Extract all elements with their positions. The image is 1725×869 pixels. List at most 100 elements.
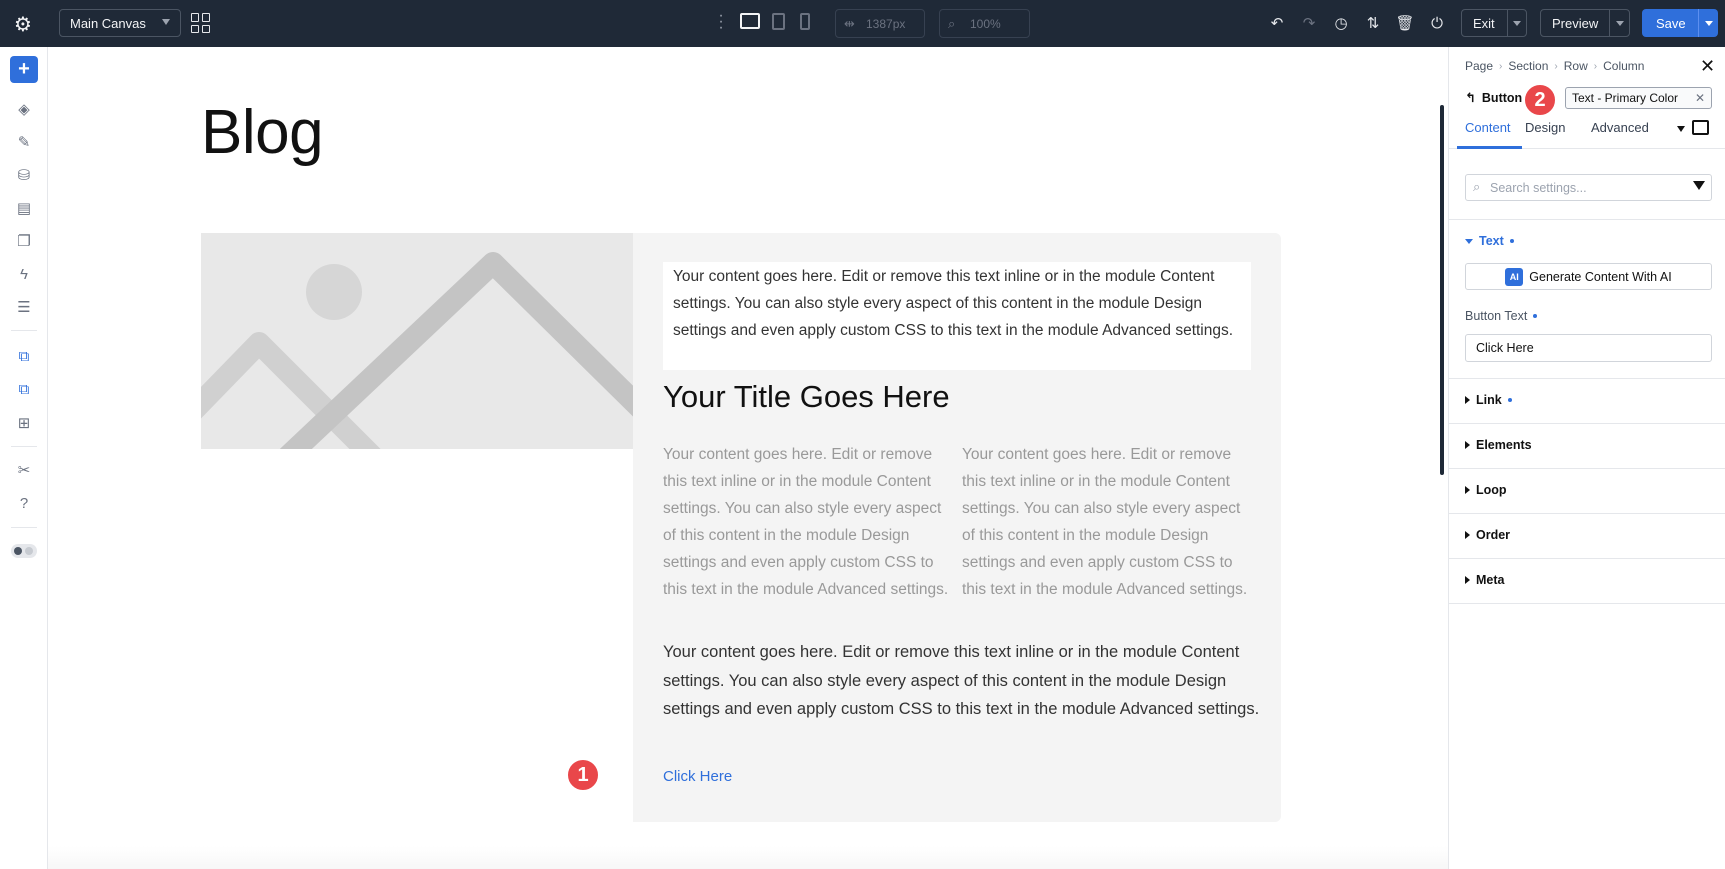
preview-label: Preview xyxy=(1552,15,1599,31)
help-icon[interactable]: ? xyxy=(11,490,37,516)
presets-icon[interactable]: ▤ xyxy=(11,195,37,221)
button-text-label-text: Button Text xyxy=(1465,309,1528,323)
settings-gear-icon[interactable]: ⚙ xyxy=(10,11,36,37)
desktop-view-icon[interactable] xyxy=(740,13,760,29)
database-icon[interactable]: ⛁ xyxy=(11,162,37,188)
text-group-label: Text xyxy=(1479,234,1504,248)
breadcrumb-section[interactable]: Section xyxy=(1508,59,1548,73)
tab-content[interactable]: Content xyxy=(1465,120,1511,135)
phone-view-icon[interactable] xyxy=(800,13,810,30)
save-dropdown[interactable] xyxy=(1698,9,1718,37)
canvas-select[interactable]: Main Canvas xyxy=(59,9,181,37)
divider xyxy=(11,527,37,528)
divider xyxy=(11,330,37,331)
zoom-field[interactable]: ⌕ 100% xyxy=(939,9,1030,38)
remove-preset-icon[interactable]: ✕ xyxy=(1695,91,1705,105)
mode-toggle[interactable] xyxy=(11,544,37,558)
link-group-toggle[interactable]: Link xyxy=(1465,393,1512,407)
design-brush-icon[interactable]: ✎ xyxy=(11,129,37,155)
template-search-icon[interactable]: ⊞ xyxy=(11,410,37,436)
post-content-column: Your content goes here. Edit or remove t… xyxy=(633,233,1281,822)
preview-button[interactable]: Preview xyxy=(1540,9,1630,37)
module-name: Button xyxy=(1481,91,1523,105)
exit-label: Exit xyxy=(1473,15,1495,31)
loop-group-label: Loop xyxy=(1476,483,1507,497)
settings-tabs: Content Design Advanced xyxy=(1449,109,1725,149)
active-tab-indicator xyxy=(1457,146,1522,149)
order-group-toggle[interactable]: Order xyxy=(1465,528,1510,542)
tools-icon[interactable]: ✂ xyxy=(11,457,37,483)
elements-group-toggle[interactable]: Elements xyxy=(1465,438,1532,452)
page-title[interactable]: Blog xyxy=(201,97,324,168)
tab-advanced[interactable]: Advanced xyxy=(1591,120,1649,135)
canvas-width-value: 1387px xyxy=(866,16,906,31)
chevron-down-icon xyxy=(162,19,170,25)
theme-builder-icon[interactable]: ⧉ xyxy=(11,343,37,369)
post-image-placeholder[interactable] xyxy=(201,233,633,449)
undo-icon[interactable]: ↶ xyxy=(1266,12,1288,34)
column-text-2[interactable]: Your content goes here. Edit or remove t… xyxy=(962,441,1254,603)
sort-arrows-icon[interactable]: ⇅ xyxy=(1362,12,1384,34)
click-here-button[interactable]: Click Here xyxy=(663,768,732,785)
elements-group-label: Elements xyxy=(1476,438,1532,452)
chevron-right-icon: › xyxy=(1593,60,1598,72)
text-group-toggle[interactable]: Text xyxy=(1465,234,1514,248)
history-clock-icon[interactable]: ◷ xyxy=(1330,12,1352,34)
chevron-down-icon[interactable] xyxy=(1677,126,1685,132)
back-arrow-icon[interactable]: ↰ xyxy=(1465,90,1476,106)
search-settings-input[interactable]: ⌕ Search settings... xyxy=(1465,174,1712,201)
divider xyxy=(1449,378,1725,379)
redo-icon[interactable]: ↷ xyxy=(1298,12,1320,34)
loop-builder-icon[interactable]: ⧉ xyxy=(11,376,37,402)
layers-icon[interactable]: ◈ xyxy=(11,96,37,122)
power-icon[interactable]: ⏻ xyxy=(1426,12,1448,34)
width-arrows-icon: ⇹ xyxy=(844,16,855,31)
list-icon[interactable]: ☰ xyxy=(11,294,37,320)
preview-dropdown[interactable] xyxy=(1609,10,1629,36)
divider xyxy=(1449,603,1725,604)
expand-panel-icon[interactable] xyxy=(1692,120,1709,135)
search-placeholder: Search settings... xyxy=(1490,180,1587,195)
search-icon: ⌕ xyxy=(1473,179,1481,194)
button-text-field[interactable]: Click Here xyxy=(1465,334,1712,362)
lightning-icon[interactable]: ϟ xyxy=(11,261,37,287)
button-text-label: Button Text xyxy=(1465,309,1538,323)
canvas-width-field[interactable]: ⇹ 1387px xyxy=(835,9,925,38)
breadcrumb-row[interactable]: Row xyxy=(1564,59,1588,73)
exit-dropdown[interactable] xyxy=(1506,10,1526,36)
more-vertical-icon[interactable]: · · · xyxy=(716,8,726,36)
paragraph-text[interactable]: Your content goes here. Edit or remove t… xyxy=(663,638,1263,724)
trash-icon[interactable]: 🗑 xyxy=(1394,12,1416,34)
preset-chip-label: Text - Primary Color xyxy=(1572,91,1679,105)
chevron-right-icon: › xyxy=(1499,60,1503,72)
canvas-select-value: Main Canvas xyxy=(70,15,146,31)
loop-group-toggle[interactable]: Loop xyxy=(1465,483,1507,497)
close-icon[interactable]: ✕ xyxy=(1700,56,1715,77)
canvas-scrollbar[interactable] xyxy=(1440,105,1444,475)
meta-group-toggle[interactable]: Meta xyxy=(1465,573,1504,587)
divider xyxy=(1449,513,1725,514)
filter-icon[interactable] xyxy=(1693,181,1705,190)
save-button[interactable]: Save xyxy=(1642,9,1718,37)
caret-right-icon xyxy=(1465,441,1470,449)
breadcrumb-page[interactable]: Page xyxy=(1465,59,1493,73)
generate-ai-label: Generate Content With AI xyxy=(1529,269,1672,284)
post-title[interactable]: Your Title Goes Here xyxy=(663,379,950,415)
caret-down-icon xyxy=(1465,238,1473,244)
preset-chip[interactable]: Text - Primary Color ✕ xyxy=(1565,87,1712,109)
tablet-view-icon[interactable] xyxy=(772,13,785,30)
generate-ai-button[interactable]: AI Generate Content With AI xyxy=(1465,263,1712,290)
grid-layout-icon[interactable] xyxy=(191,13,211,33)
divider xyxy=(1449,423,1725,424)
text-module[interactable]: Your content goes here. Edit or remove t… xyxy=(663,262,1251,370)
exit-button[interactable]: Exit xyxy=(1461,9,1527,37)
column-text-1[interactable]: Your content goes here. Edit or remove t… xyxy=(663,441,955,603)
breadcrumb-column[interactable]: Column xyxy=(1603,59,1644,73)
chevron-right-icon: › xyxy=(1554,60,1558,72)
add-module-button[interactable]: + xyxy=(10,56,38,83)
settings-panel: Page › Section › Row › Column ✕ ↰ Button… xyxy=(1448,47,1725,869)
pages-icon[interactable]: ❐ xyxy=(11,228,37,254)
chevron-down-icon xyxy=(1704,20,1713,26)
tab-design[interactable]: Design xyxy=(1525,120,1565,135)
modified-dot xyxy=(1509,239,1514,243)
